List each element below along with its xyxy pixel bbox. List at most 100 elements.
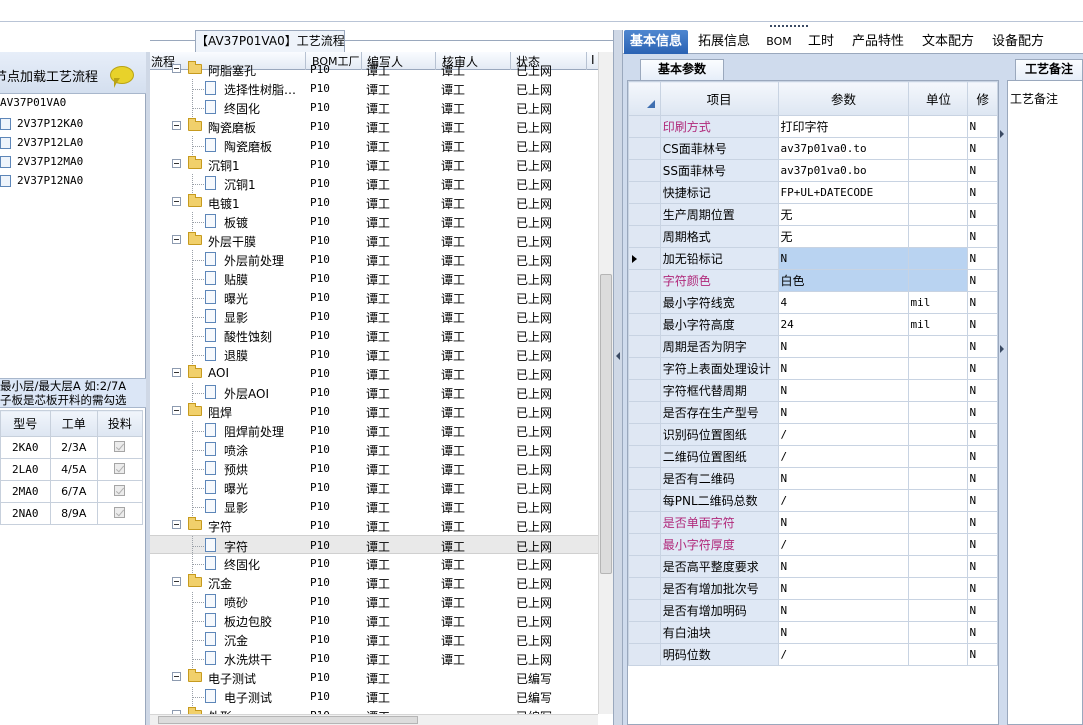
param-unit-cell[interactable]	[908, 203, 969, 226]
table-row[interactable]: 沉金 P10 谭工 谭工 已上网	[150, 630, 598, 649]
table-row[interactable]: 沉金 P10 谭工 谭工 已上网	[150, 573, 598, 592]
param-modify-cell[interactable]: N	[967, 577, 998, 600]
param-value-cell[interactable]: 无	[777, 203, 910, 226]
col-header-modify[interactable]: 修	[967, 81, 998, 116]
col-header-order[interactable]: 工单	[49, 410, 98, 437]
tab-product-features[interactable]: 产品特性	[847, 30, 909, 54]
param-unit-cell[interactable]	[908, 555, 969, 578]
param-modify-cell[interactable]: N	[967, 379, 998, 402]
row-indicator[interactable]	[628, 577, 661, 600]
tab-basic-params[interactable]: 基本参数	[640, 59, 724, 80]
row-indicator[interactable]	[628, 533, 661, 556]
table-row[interactable]: 显影 P10 谭工 谭工 已上网	[150, 307, 598, 326]
table-row[interactable]: AOI P10 谭工 谭工 已上网	[150, 364, 598, 383]
table-row[interactable]: 字符 P10 谭工 谭工 已上网	[150, 535, 598, 555]
param-modify-cell[interactable]: N	[967, 401, 998, 424]
table-row[interactable]: 阿脂塞孔 P10 谭工 谭工 已上网	[150, 60, 598, 79]
param-value-cell[interactable]: av37p01va0.bo	[777, 159, 910, 182]
tab-text-recipe[interactable]: 文本配方	[917, 30, 979, 54]
table-row[interactable]: 显影 P10 谭工 谭工 已上网	[150, 497, 598, 516]
param-unit-cell[interactable]	[908, 247, 969, 270]
tree-node[interactable]: 2V37P12LA0	[0, 133, 83, 152]
param-modify-cell[interactable]: N	[967, 643, 998, 666]
row-indicator[interactable]	[628, 467, 661, 490]
collapse-icon[interactable]	[172, 520, 181, 529]
param-row[interactable]: 是否存在生产型号 N N	[628, 401, 998, 424]
row-indicator[interactable]	[628, 423, 661, 446]
param-value-cell[interactable]: /	[777, 533, 910, 556]
table-row[interactable]: 喷砂 P10 谭工 谭工 已上网	[150, 592, 598, 611]
row-indicator[interactable]	[628, 181, 661, 204]
param-row[interactable]: 明码位数 / N	[628, 643, 998, 666]
param-unit-cell[interactable]	[908, 577, 969, 600]
param-row[interactable]: 有白油块 N N	[628, 621, 998, 644]
col-header-unit[interactable]: 单位	[908, 81, 969, 116]
table-row[interactable]: 沉铜1 P10 谭工 谭工 已上网	[150, 174, 598, 193]
collapse-icon[interactable]	[172, 577, 181, 586]
collapse-icon[interactable]	[172, 64, 181, 73]
param-row[interactable]: 最小字符厚度 / N	[628, 533, 998, 556]
param-row[interactable]: 是否高平整度要求 N N	[628, 555, 998, 578]
table-row[interactable]: 终固化 P10 谭工 谭工 已上网	[150, 98, 598, 117]
param-row[interactable]: 字符框代替周期 N N	[628, 379, 998, 402]
param-modify-cell[interactable]: N	[967, 247, 998, 270]
param-unit-cell[interactable]	[908, 401, 969, 424]
table-row[interactable]: 曝光 P10 谭工 谭工 已上网	[150, 478, 598, 497]
table-row[interactable]: 终固化 P10 谭工 谭工 已上网	[150, 554, 598, 573]
row-indicator[interactable]	[628, 511, 661, 534]
param-modify-cell[interactable]: N	[967, 511, 998, 534]
param-value-cell[interactable]: /	[777, 423, 910, 446]
param-unit-cell[interactable]	[908, 621, 969, 644]
feed-checkbox[interactable]	[114, 506, 126, 518]
param-modify-cell[interactable]: N	[967, 313, 998, 336]
param-value-cell[interactable]: /	[777, 489, 910, 512]
panel-grip-icon[interactable]	[770, 25, 808, 29]
param-row[interactable]: 是否有增加明码 N N	[628, 599, 998, 622]
table-row[interactable]: 2MA0 6/7A	[0, 480, 144, 503]
feed-checkbox[interactable]	[114, 440, 126, 452]
param-value-cell[interactable]: N	[777, 467, 910, 490]
param-row[interactable]: 生产周期位置无 N	[628, 203, 998, 226]
collapse-left-arrow-icon[interactable]	[616, 352, 620, 360]
row-indicator[interactable]	[628, 335, 661, 358]
param-unit-cell[interactable]	[908, 115, 969, 138]
tree-node[interactable]: 2V37P12KA0	[0, 114, 83, 133]
param-modify-cell[interactable]: N	[967, 159, 998, 182]
param-row[interactable]: 印刷方式 打印字符 N	[628, 115, 998, 138]
param-row[interactable]: 识别码位置图纸 / N	[628, 423, 998, 446]
chat-bubble-icon[interactable]	[110, 66, 134, 88]
param-value-cell[interactable]: av37p01va0.to	[777, 137, 910, 160]
param-value-cell[interactable]: N	[777, 621, 910, 644]
param-value-cell[interactable]: FP+UL+DATECODE	[777, 181, 910, 204]
param-value-cell[interactable]: 打印字符	[777, 115, 910, 138]
tab-process-remark[interactable]: 工艺备注	[1015, 59, 1083, 80]
collapse-icon[interactable]	[172, 235, 181, 244]
col-header-param[interactable]: 参数	[777, 81, 910, 116]
collapse-icon[interactable]	[172, 672, 181, 681]
param-unit-cell[interactable]: mil	[908, 313, 969, 336]
param-modify-cell[interactable]: N	[967, 599, 998, 622]
param-unit-cell[interactable]	[908, 643, 969, 666]
param-value-cell[interactable]: N	[777, 379, 910, 402]
row-indicator[interactable]	[628, 489, 661, 512]
scroll-thumb[interactable]	[600, 274, 612, 574]
param-value-cell[interactable]: 4	[777, 291, 910, 314]
scroll-thumb[interactable]	[158, 716, 418, 724]
col-header-item[interactable]: 项目	[659, 81, 779, 116]
tree-root-node[interactable]: AV37P01VA0	[0, 96, 66, 109]
param-unit-cell[interactable]	[908, 225, 969, 248]
collapse-icon[interactable]	[172, 159, 181, 168]
table-row[interactable]: 酸性蚀刻 P10 谭工 谭工 已上网	[150, 326, 598, 345]
param-modify-cell[interactable]: N	[967, 115, 998, 138]
row-indicator[interactable]	[628, 159, 661, 182]
param-modify-cell[interactable]: N	[967, 225, 998, 248]
table-row[interactable]: 贴膜 P10 谭工 谭工 已上网	[150, 269, 598, 288]
tree-node[interactable]: 2V37P12NA0	[0, 171, 83, 190]
param-value-cell[interactable]: 白色	[777, 269, 910, 292]
param-modify-cell[interactable]: N	[967, 445, 998, 468]
param-value-cell[interactable]: /	[777, 445, 910, 468]
param-unit-cell[interactable]: mil	[908, 291, 969, 314]
param-row[interactable]: 字符颜色 白色 N	[628, 269, 998, 292]
collapse-icon[interactable]	[172, 368, 181, 377]
table-row[interactable]: 陶瓷磨板 P10 谭工 谭工 已上网	[150, 136, 598, 155]
